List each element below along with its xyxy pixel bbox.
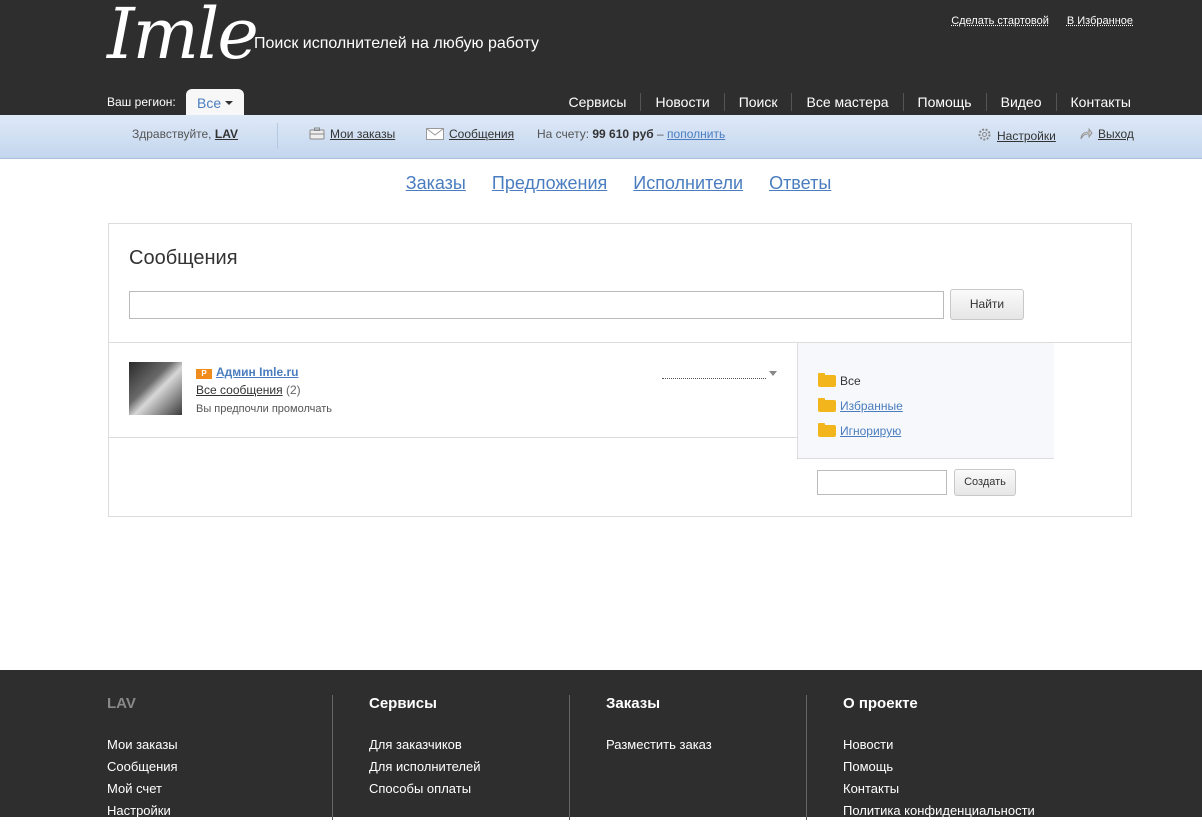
nav-all-masters[interactable]: Все мастера <box>791 93 902 111</box>
footer-link[interactable]: Новости <box>843 734 1035 756</box>
settings: Настройки <box>977 127 1056 143</box>
conversation-row[interactable]: P Админ Imle.ru Все сообщения (2) Вы пред… <box>109 343 797 438</box>
folder-all-label: Все <box>840 374 861 388</box>
folders-sidebar: Все Избранные Игнорирую <box>797 343 1054 459</box>
nav-help[interactable]: Помощь <box>902 93 986 111</box>
divider <box>277 123 278 149</box>
tab-orders[interactable]: Заказы <box>406 173 466 194</box>
message-search-input[interactable] <box>129 291 944 319</box>
add-favorites-link[interactable]: В Избранное <box>1067 15 1133 27</box>
site-tagline: Поиск исполнителей на любую работу <box>254 35 539 52</box>
footer-link[interactable]: Способы оплаты <box>369 778 481 800</box>
message-count: (2) <box>285 383 301 397</box>
all-messages: Все сообщения (2) <box>196 383 301 397</box>
page-title: Сообщения <box>129 247 238 269</box>
region-value: Все <box>197 95 222 111</box>
folder-favorites[interactable]: Избранные <box>818 398 903 413</box>
footer-col-title: Сервисы <box>369 695 437 712</box>
folder-icon <box>818 423 836 437</box>
create-folder-button[interactable]: Создать <box>954 469 1016 496</box>
logout-link[interactable]: Выход <box>1098 127 1134 141</box>
nav-services[interactable]: Сервисы <box>554 93 640 111</box>
search-button[interactable]: Найти <box>950 289 1024 320</box>
conversation-author[interactable]: P Админ Imle.ru <box>196 365 298 379</box>
footer-link[interactable]: Сообщения <box>107 756 178 778</box>
main-nav: Сервисы Новости Поиск Все мастера Помощь… <box>554 93 1131 111</box>
avatar[interactable] <box>129 362 182 415</box>
envelope-icon <box>426 128 444 140</box>
tab-performers[interactable]: Исполнители <box>633 173 743 194</box>
section-tabs: Заказы Предложения Исполнители Ответы <box>0 173 1202 194</box>
topup-link[interactable]: пополнить <box>667 127 725 141</box>
logout: Выход <box>1080 127 1134 141</box>
folder-ignored[interactable]: Игнорирую <box>818 423 901 438</box>
site-header: Imle Поиск исполнителей на любую работу … <box>0 0 1202 116</box>
actions-dropdown-line[interactable] <box>662 378 766 379</box>
message-preview: Вы предпочли промолчать <box>196 403 333 415</box>
region-selector[interactable]: Все <box>186 89 244 116</box>
footer-link[interactable]: Мои заказы <box>107 734 178 756</box>
footer-col-about: О проекте Новости Помощь Контакты Полити… <box>843 695 1035 825</box>
caret-down-icon <box>225 101 234 105</box>
top-links: Сделать стартовой В Избранное <box>951 15 1133 27</box>
footer-link[interactable]: Разместить заказ <box>606 734 712 756</box>
my-orders-link[interactable]: Мои заказы <box>330 127 395 141</box>
balance-label: На счету: <box>537 127 590 141</box>
messages: Сообщения <box>426 127 514 141</box>
settings-link[interactable]: Настройки <box>997 129 1056 143</box>
chevron-down-icon[interactable] <box>769 371 777 376</box>
footer-link[interactable]: Для исполнителей <box>369 756 481 778</box>
gear-icon <box>978 128 991 141</box>
footer-col-title: Заказы <box>606 695 661 712</box>
site-logo[interactable]: Imle <box>107 0 259 74</box>
footer-col-services: Сервисы Для заказчиков Для исполнителей … <box>369 695 481 825</box>
footer-col-orders: Заказы Разместить заказ <box>606 695 712 825</box>
logout-arrow-icon <box>1080 128 1093 140</box>
footer-link[interactable]: Помощь <box>843 756 1035 778</box>
greeting-text: Здравствуйте, <box>132 127 212 141</box>
balance: На счету: 99 610 руб – пополнить <box>537 127 725 141</box>
site-footer: LAV Мои заказы Сообщения Мой счет Настро… <box>0 670 1202 820</box>
folder-all[interactable]: Все <box>818 373 861 388</box>
new-folder-input[interactable] <box>817 470 947 495</box>
divider <box>806 695 807 820</box>
nav-video[interactable]: Видео <box>985 93 1056 111</box>
nav-search[interactable]: Поиск <box>723 93 792 111</box>
folder-ignored-link[interactable]: Игнорирую <box>840 424 901 438</box>
balance-value: 99 610 руб <box>592 127 654 141</box>
folder-icon <box>818 373 836 387</box>
footer-link[interactable]: Политика конфиденциальности <box>843 800 1035 822</box>
make-homepage-link[interactable]: Сделать стартовой <box>951 15 1049 27</box>
footer-link[interactable]: Контакты <box>843 778 1035 800</box>
balance-dash: – <box>657 127 664 141</box>
footer-col-title: О проекте <box>843 695 918 712</box>
footer-link[interactable]: Настройки <box>107 800 178 822</box>
divider <box>569 695 570 820</box>
folder-icon <box>818 398 836 412</box>
region-label: Ваш регион: <box>107 95 176 109</box>
footer-link[interactable]: Для заказчиков <box>369 734 481 756</box>
nav-contacts[interactable]: Контакты <box>1055 93 1131 111</box>
messages-link[interactable]: Сообщения <box>449 127 514 141</box>
username-link[interactable]: LAV <box>215 127 238 141</box>
footer-col-title: LAV <box>107 695 136 712</box>
folder-favorites-link[interactable]: Избранные <box>840 399 903 413</box>
footer-link[interactable]: Мой счет <box>107 778 178 800</box>
messages-panel: Сообщения Найти P Админ Imle.ru Все сообщ… <box>108 223 1132 517</box>
tab-offers[interactable]: Предложения <box>492 173 607 194</box>
author-name: Админ Imle.ru <box>216 365 299 379</box>
footer-col-user: LAV Мои заказы Сообщения Мой счет Настро… <box>107 695 178 825</box>
briefcase-icon <box>309 127 325 140</box>
user-bar: Здравствуйте, LAV Мои заказы Сообщения Н… <box>0 115 1202 159</box>
pro-badge: P <box>196 369 212 379</box>
divider <box>332 695 333 820</box>
greeting: Здравствуйте, LAV <box>132 127 238 141</box>
all-messages-link[interactable]: Все сообщения <box>196 383 283 397</box>
nav-news[interactable]: Новости <box>640 93 723 111</box>
tab-answers[interactable]: Ответы <box>769 173 831 194</box>
my-orders: Мои заказы <box>309 127 395 141</box>
